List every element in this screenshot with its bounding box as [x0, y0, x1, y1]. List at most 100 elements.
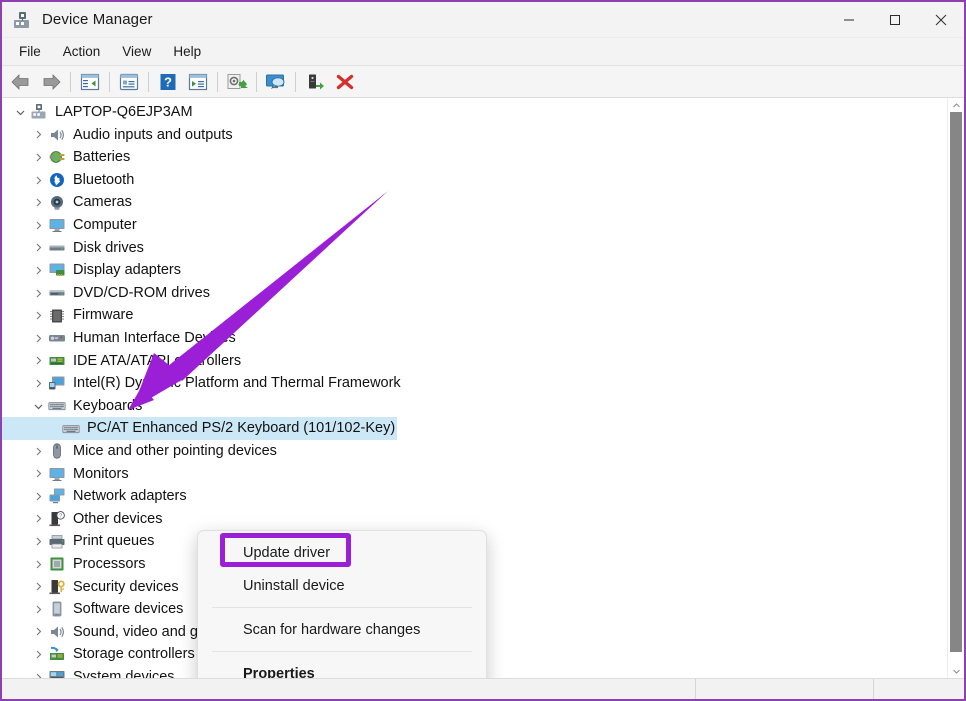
tree-item-pc-at-enhanced-ps2-keyboard[interactable]: PC/AT Enhanced PS/2 Keyboard (101/102-Ke… [2, 417, 397, 440]
scan-view-icon[interactable] [183, 68, 213, 96]
tree-item-firmware[interactable]: Firmware [2, 304, 964, 327]
uninstall-device-icon[interactable] [330, 68, 360, 96]
chevron-right-icon[interactable] [30, 647, 46, 663]
chevron-right-icon[interactable] [30, 534, 46, 550]
dvd-drive-icon [48, 284, 66, 302]
camera-icon [48, 194, 66, 212]
update-driver-icon[interactable] [222, 68, 252, 96]
mouse-icon [48, 442, 66, 460]
security-device-icon [48, 578, 66, 596]
chevron-right-icon[interactable] [30, 330, 46, 346]
tree-item-keyboards[interactable]: Keyboards [2, 395, 964, 418]
chevron-right-icon[interactable] [30, 375, 46, 391]
chevron-right-icon[interactable] [30, 443, 46, 459]
tree-item-label: Disk drives [73, 241, 144, 256]
tree-item-audio-inputs-and-outputs[interactable]: Audio inputs and outputs [2, 124, 964, 147]
tree-item-other-devices[interactable]: ? Other devices [2, 508, 964, 531]
back-arrow-icon[interactable] [6, 68, 36, 96]
monitor-icon [48, 465, 66, 483]
close-button[interactable] [918, 2, 964, 38]
context-menu-item-uninstall-device[interactable]: Uninstall device [198, 569, 486, 602]
tree-item-label: Processors [73, 557, 146, 572]
chevron-right-icon[interactable] [30, 556, 46, 572]
chevron-right-icon[interactable] [30, 308, 46, 324]
thermal-framework-icon [48, 374, 66, 392]
keyboard-icon [48, 397, 66, 415]
chevron-right-icon[interactable] [30, 669, 46, 678]
tree-item-dvd-cd-rom-drives[interactable]: DVD/CD-ROM drives [2, 282, 964, 305]
tree-item-network-adapters[interactable]: Network adapters [2, 485, 964, 508]
chevron-right-icon[interactable] [30, 488, 46, 504]
maximize-button[interactable] [872, 2, 918, 38]
tree-item-disk-drives[interactable]: Disk drives [2, 237, 964, 260]
tree-item-cameras[interactable]: Cameras [2, 191, 964, 214]
chevron-right-icon[interactable] [30, 285, 46, 301]
device-manager-window: Device Manager File Action View Help [0, 0, 966, 701]
tree-item-batteries[interactable]: Batteries [2, 146, 964, 169]
chevron-right-icon[interactable] [30, 127, 46, 143]
svg-text:?: ? [59, 514, 62, 520]
minimize-button[interactable] [826, 2, 872, 38]
menu-view[interactable]: View [111, 41, 162, 62]
chevron-right-icon[interactable] [30, 579, 46, 595]
chevron-right-icon[interactable] [30, 624, 46, 640]
status-bar-segment-tertiary [874, 679, 964, 699]
tree-item-ide-ata-atapi-controllers[interactable]: IDE ATA/ATAPI controllers [2, 350, 964, 373]
tree-item-bluetooth[interactable]: Bluetooth [2, 169, 964, 192]
ide-controller-icon [48, 352, 66, 370]
chevron-down-icon[interactable] [12, 104, 28, 120]
tree-item-label: Network adapters [73, 489, 187, 504]
toolbar-separator [217, 72, 218, 92]
chevron-down-icon[interactable] [30, 398, 46, 414]
vertical-scrollbar-thumb[interactable] [950, 112, 962, 652]
tree-item-intel-dynamic-platform-and-thermal-framework[interactable]: Intel(R) Dynamic Platform and Thermal Fr… [2, 372, 964, 395]
scroll-down-button[interactable] [948, 664, 964, 678]
tree-item-label: Keyboards [73, 399, 142, 414]
show-tree-icon[interactable] [75, 68, 105, 96]
menu-action[interactable]: Action [52, 41, 112, 62]
tree-item-label: PC/AT Enhanced PS/2 Keyboard (101/102-Ke… [87, 421, 395, 436]
tree-item-monitors[interactable]: Monitors [2, 463, 964, 486]
tree-item-root[interactable]: LAPTOP-Q6EJP3AM [2, 101, 964, 124]
install-device-icon[interactable] [300, 68, 330, 96]
network-adapter-icon [48, 487, 66, 505]
context-menu: Update driver Uninstall device Scan for … [197, 530, 487, 678]
vertical-scrollbar[interactable] [947, 98, 964, 678]
title-bar: Device Manager [2, 2, 964, 38]
system-device-icon [48, 668, 66, 678]
chevron-right-icon[interactable] [30, 172, 46, 188]
chevron-right-icon[interactable] [30, 466, 46, 482]
toolbar-separator [295, 72, 296, 92]
chevron-right-icon[interactable] [30, 353, 46, 369]
tree-item-mice-and-other-pointing-devices[interactable]: Mice and other pointing devices [2, 440, 964, 463]
tree-item-human-interface-devices[interactable]: Human Interface Devices [2, 327, 964, 350]
properties-icon[interactable] [114, 68, 144, 96]
display-adapter-icon [48, 261, 66, 279]
menu-file[interactable]: File [8, 41, 52, 62]
chevron-right-icon[interactable] [30, 262, 46, 278]
help-icon[interactable]: ? [153, 68, 183, 96]
keyboard-icon [62, 420, 80, 438]
window-title: Device Manager [42, 11, 153, 28]
context-menu-item-update-driver[interactable]: Update driver [198, 536, 486, 569]
status-bar-segment-secondary [696, 679, 874, 699]
scroll-up-button[interactable] [948, 98, 964, 112]
tree-item-display-adapters[interactable]: Display adapters [2, 259, 964, 282]
context-menu-item-scan-for-hardware-changes[interactable]: Scan for hardware changes [198, 613, 486, 646]
chevron-right-icon[interactable] [30, 217, 46, 233]
toolbar-separator [256, 72, 257, 92]
forward-arrow-icon[interactable] [36, 68, 66, 96]
tree-item-label: Batteries [73, 150, 130, 165]
menu-help[interactable]: Help [162, 41, 212, 62]
chevron-right-icon[interactable] [30, 195, 46, 211]
remote-display-icon[interactable] [261, 68, 291, 96]
context-menu-item-properties[interactable]: Properties [198, 657, 486, 678]
tree-item-label: Monitors [73, 467, 129, 482]
tree-item-label: Intel(R) Dynamic Platform and Thermal Fr… [73, 376, 401, 391]
tree-item-computer[interactable]: Computer [2, 214, 964, 237]
chevron-right-icon[interactable] [30, 601, 46, 617]
chevron-right-icon[interactable] [30, 511, 46, 527]
context-menu-separator [212, 607, 472, 608]
chevron-right-icon[interactable] [30, 149, 46, 165]
chevron-right-icon[interactable] [30, 240, 46, 256]
